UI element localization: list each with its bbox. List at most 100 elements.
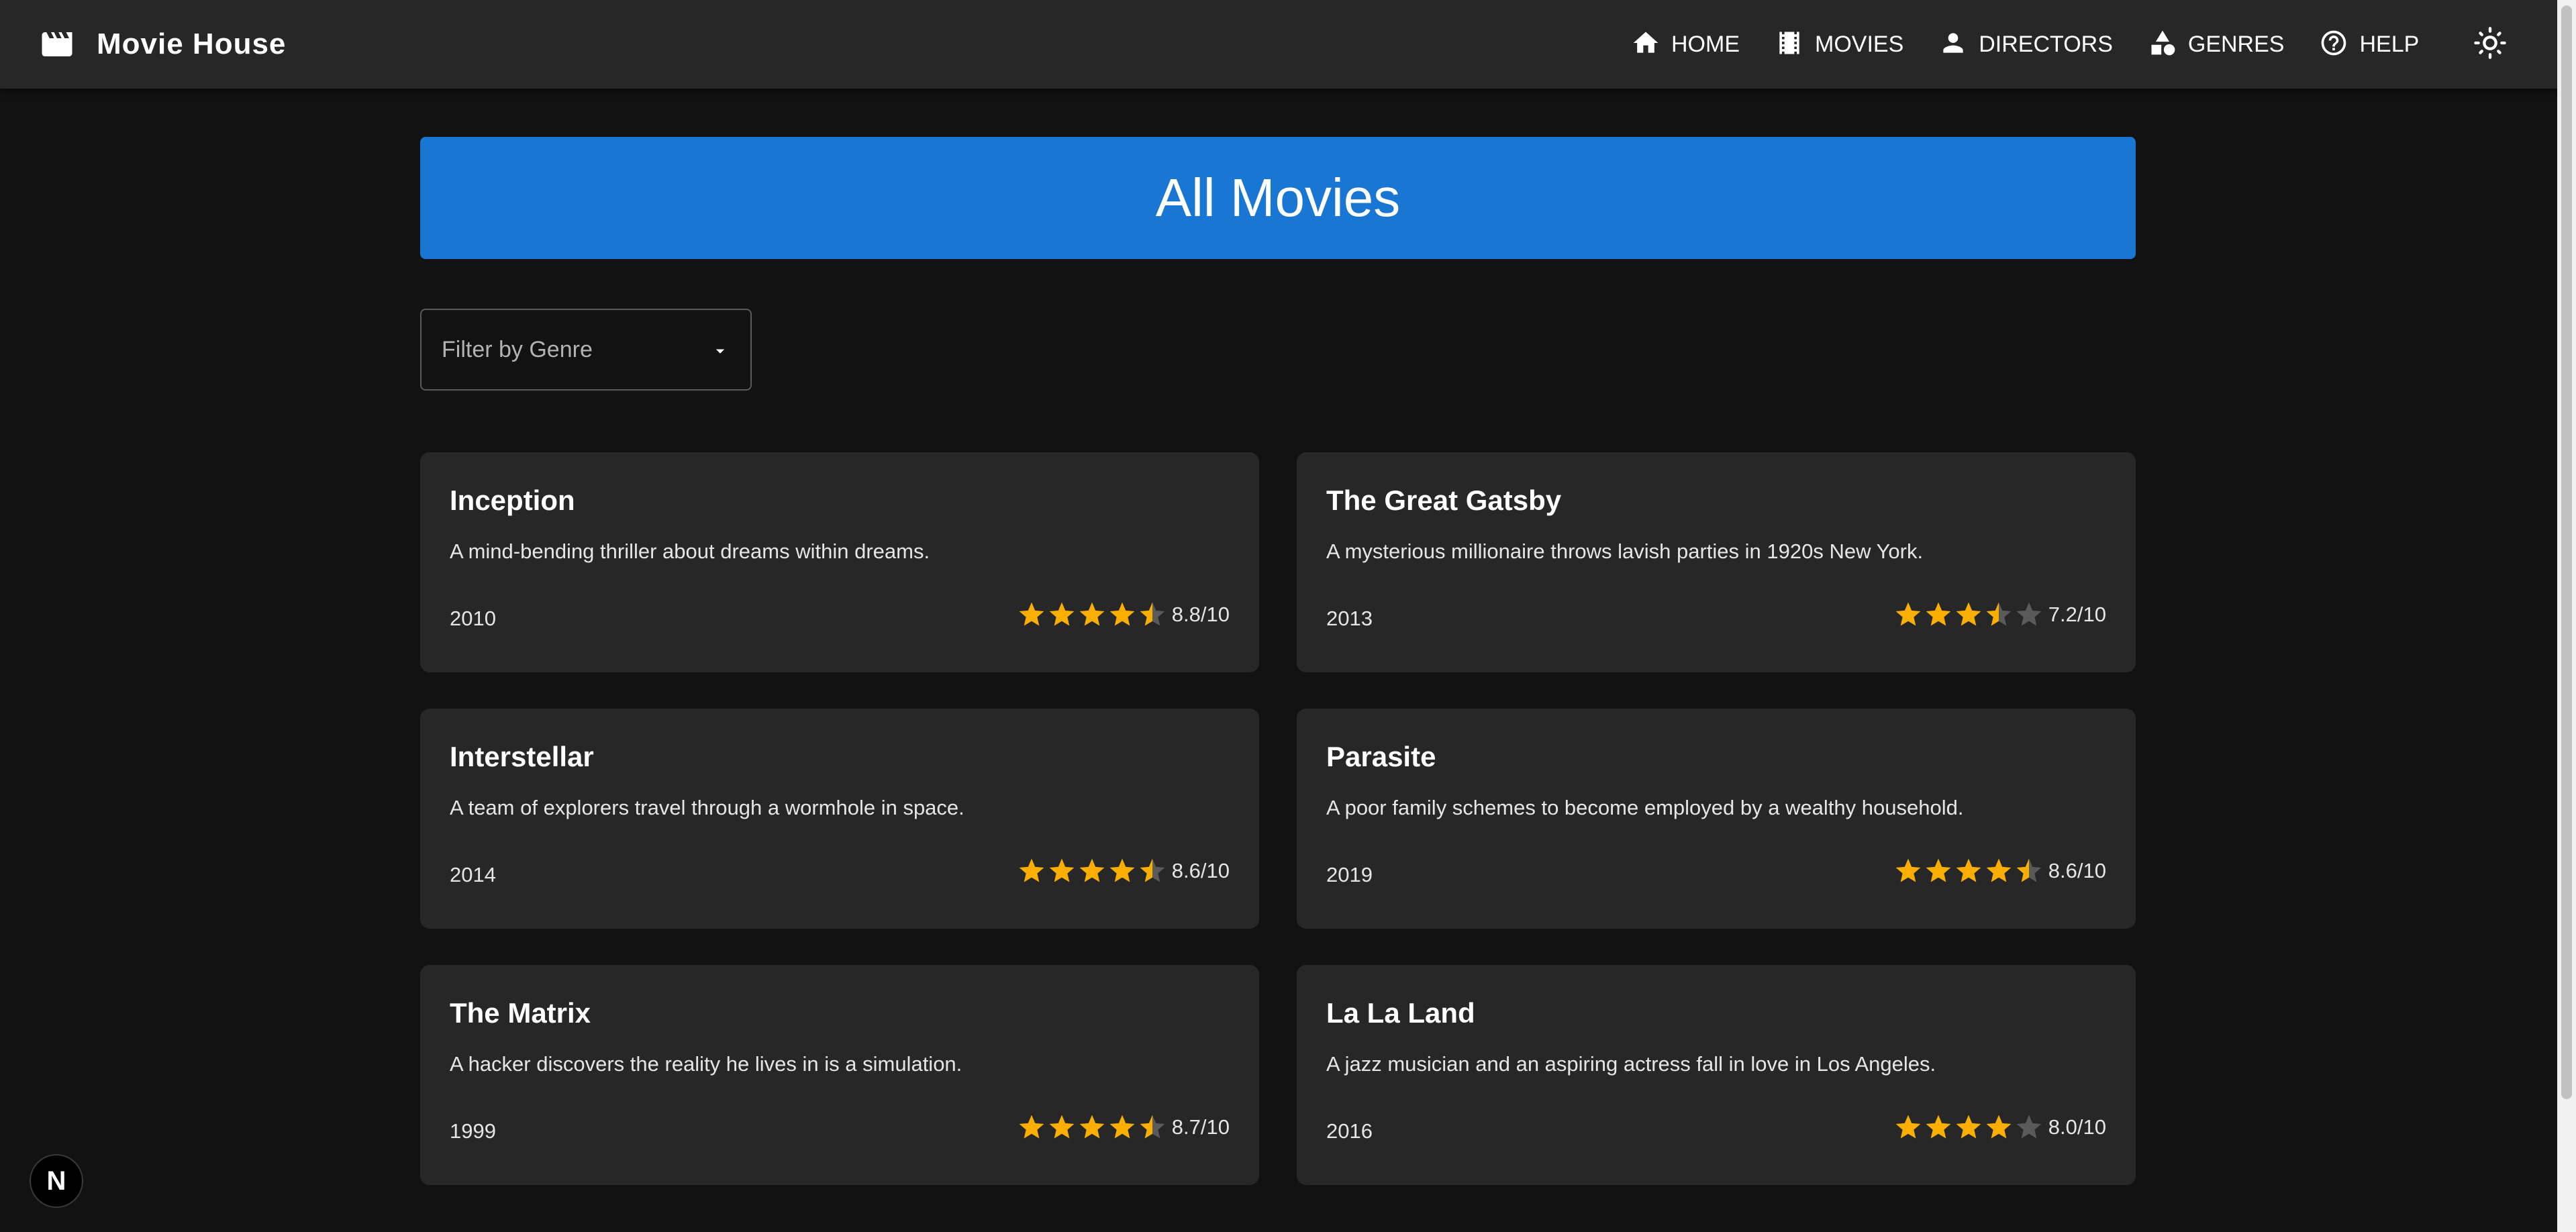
star-empty-icon — [2016, 1115, 2042, 1139]
movie-title: The Matrix — [450, 997, 591, 1029]
movie-description: A jazz musician and an aspiring actress … — [1326, 1052, 1936, 1076]
rating-value: 7.2/10 — [2048, 603, 2106, 626]
main-nav: HOME MOVIES DIRECTORS GENRES HELP — [1624, 0, 2447, 89]
scrollbar-thumb[interactable] — [2561, 5, 2572, 1099]
category-icon — [2148, 28, 2177, 61]
person-icon — [1938, 28, 1968, 61]
nav-directors[interactable]: DIRECTORS — [1932, 17, 2120, 71]
star-rating — [1017, 1113, 1168, 1142]
star-filled-icon — [1019, 602, 1044, 626]
star-rating — [1017, 856, 1168, 886]
movie-year: 2016 — [1326, 1119, 1373, 1143]
star-filled-icon — [1986, 858, 2012, 882]
rating-value: 8.6/10 — [1171, 859, 1230, 882]
home-icon — [1631, 28, 1661, 61]
star-filled-icon — [1895, 602, 1921, 626]
movie-year: 2013 — [1326, 607, 1373, 630]
star-filled-icon — [1019, 1115, 1044, 1139]
star-half-icon — [1140, 1115, 1165, 1139]
star-filled-icon — [1079, 1115, 1105, 1139]
star-filled-icon — [1956, 1115, 1981, 1139]
star-rating — [1893, 1113, 2044, 1142]
star-half-icon — [2016, 858, 2042, 882]
movie-description: A team of explorers travel through a wor… — [450, 796, 964, 819]
star-filled-icon — [1079, 602, 1105, 626]
genre-filter-label: Filter by Genre — [442, 336, 593, 362]
movie-description: A mysterious millionaire throws lavish p… — [1326, 540, 1924, 563]
movie-card[interactable]: Parasite A poor family schemes to become… — [1297, 709, 2136, 929]
star-filled-icon — [1926, 858, 1951, 882]
movie-card[interactable]: La La Land A jazz musician and an aspiri… — [1297, 965, 2136, 1185]
nav-help-label: HELP — [2359, 31, 2420, 57]
page-scrollbar[interactable] — [2557, 0, 2576, 1232]
nextjs-logo-icon: N — [46, 1166, 66, 1196]
movie-rating: 7.2/10 — [1893, 600, 2106, 629]
caret-down-icon — [710, 341, 730, 361]
star-half-icon — [1140, 858, 1165, 882]
nextjs-dev-badge[interactable]: N — [30, 1154, 83, 1208]
star-filled-icon — [1956, 602, 1981, 626]
movie-year: 2010 — [450, 607, 496, 630]
movie-description: A hacker discovers the reality he lives … — [450, 1052, 962, 1076]
star-filled-icon — [1109, 858, 1135, 882]
movie-rating: 8.0/10 — [1893, 1113, 2106, 1142]
page-title-banner: All Movies — [420, 137, 2136, 259]
nav-genres-label: GENRES — [2187, 31, 2285, 57]
rating-value: 8.8/10 — [1171, 603, 1230, 626]
star-filled-icon — [1049, 858, 1075, 882]
nav-movies-label: MOVIES — [1815, 31, 1904, 57]
movie-rating: 8.6/10 — [1017, 856, 1230, 886]
page-title: All Movies — [1155, 168, 1401, 227]
movie-rating: 8.8/10 — [1017, 600, 1230, 629]
movie-title: Inception — [450, 484, 575, 516]
brand[interactable]: Movie House — [39, 26, 286, 62]
movie-clapper-icon — [39, 26, 75, 62]
movie-card[interactable]: The Great Gatsby A mysterious millionair… — [1297, 452, 2136, 672]
movie-description: A poor family schemes to become employed… — [1326, 796, 1964, 819]
star-half-icon — [1986, 602, 2012, 626]
nav-home-label: HOME — [1671, 31, 1740, 57]
nav-home[interactable]: HOME — [1624, 17, 1746, 71]
rating-value: 8.0/10 — [2048, 1115, 2106, 1139]
movie-year: 2014 — [450, 863, 496, 886]
help-circle-icon — [2319, 28, 2348, 61]
movie-card[interactable]: Inception A mind-bending thriller about … — [420, 452, 1259, 672]
film-icon — [1775, 28, 1804, 61]
app-bar: Movie House HOME MOVIES DIRECTORS GENRES… — [0, 0, 2557, 89]
star-filled-icon — [1049, 602, 1075, 626]
movie-title: La La Land — [1326, 997, 1475, 1029]
movie-title: Parasite — [1326, 741, 1436, 772]
star-filled-icon — [1926, 602, 1951, 626]
star-filled-icon — [1926, 1115, 1951, 1139]
movie-title: The Great Gatsby — [1326, 484, 1562, 516]
star-rating — [1017, 600, 1168, 629]
movie-year: 1999 — [450, 1119, 496, 1143]
movie-description: A mind-bending thriller about dreams wit… — [450, 540, 930, 563]
app-title: Movie House — [97, 28, 287, 60]
genre-filter-select[interactable]: Filter by Genre — [420, 309, 752, 391]
movie-rating: 8.7/10 — [1017, 1113, 1230, 1142]
star-filled-icon — [1986, 1115, 2012, 1139]
star-filled-icon — [1956, 858, 1981, 882]
movie-title: Interstellar — [450, 741, 594, 772]
nav-genres[interactable]: GENRES — [2141, 17, 2291, 71]
star-rating — [1893, 600, 2044, 629]
movie-card[interactable]: Interstellar A team of explorers travel … — [420, 709, 1259, 929]
movie-card[interactable]: The Matrix A hacker discovers the realit… — [420, 965, 1259, 1185]
star-filled-icon — [1019, 858, 1044, 882]
rating-value: 8.6/10 — [2048, 859, 2106, 882]
star-filled-icon — [1049, 1115, 1075, 1139]
star-filled-icon — [1895, 1115, 1921, 1139]
nav-movies[interactable]: MOVIES — [1768, 17, 1910, 71]
star-half-icon — [1140, 602, 1165, 626]
sun-icon — [2473, 25, 2508, 64]
star-filled-icon — [1109, 1115, 1135, 1139]
star-filled-icon — [1079, 858, 1105, 882]
rating-value: 8.7/10 — [1171, 1115, 1230, 1139]
theme-toggle-button[interactable] — [2470, 24, 2510, 64]
nav-help[interactable]: HELP — [2312, 17, 2426, 71]
nav-directors-label: DIRECTORS — [1979, 31, 2113, 57]
movie-year: 2019 — [1326, 863, 1373, 886]
star-empty-icon — [2016, 602, 2042, 626]
star-filled-icon — [1109, 602, 1135, 626]
